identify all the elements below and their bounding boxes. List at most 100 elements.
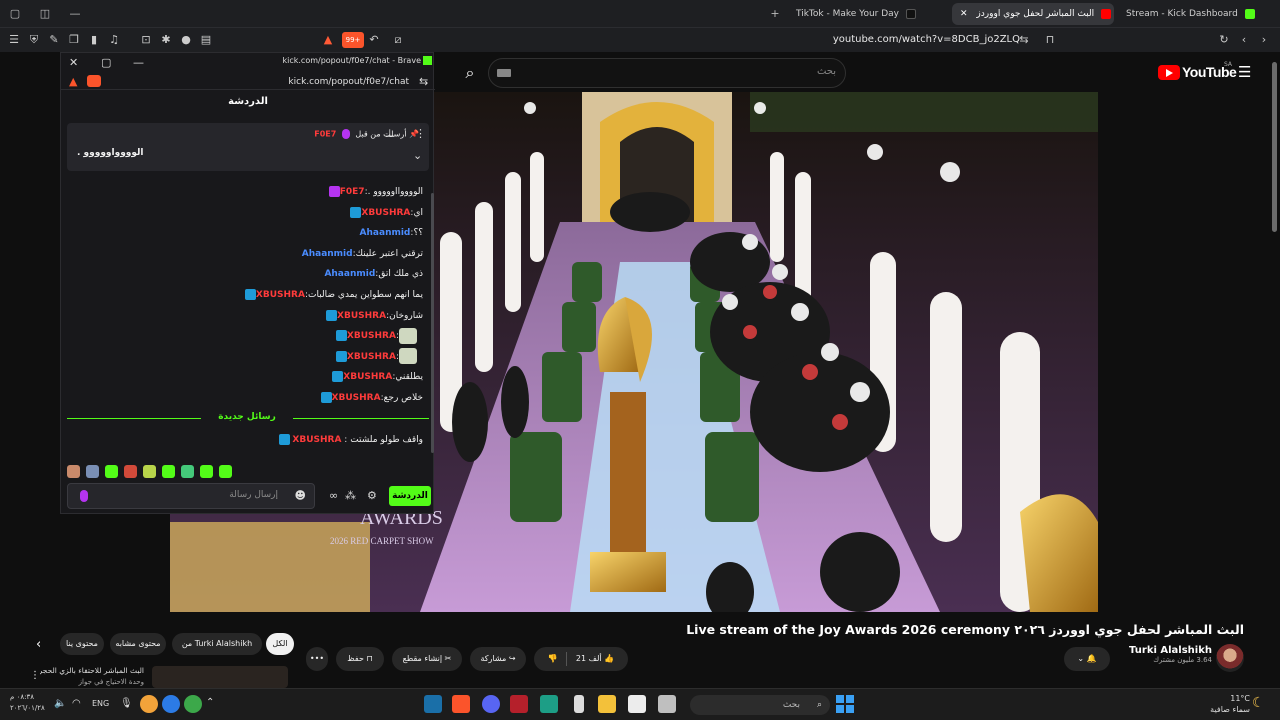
subscribed-notifications-button[interactable]: ⌄ 🔔 [1064,647,1110,671]
chat-message[interactable]: شاروخان:XBUSHRA [323,307,423,325]
chevron-left-icon[interactable]: ‹ [36,637,41,652]
shield-icon[interactable]: ⛨ [26,32,42,48]
chat-message[interactable]: :XBUSHRA [333,327,423,345]
emote-icon[interactable] [200,465,213,478]
emote-icon[interactable] [181,465,194,478]
tabs-icon[interactable]: ❐ [66,32,82,48]
extensions-icon[interactable]: ✱ [158,32,174,48]
chip-all[interactable]: الكل [266,633,294,655]
save-button[interactable]: حفظ ⊓ [336,647,384,671]
more-actions-button[interactable]: ••• [306,647,328,671]
clock[interactable]: ٠٨:٣٨ م ٢٠٢٦/٠١/٢٨ [10,692,45,714]
brave-icon[interactable] [452,695,470,713]
new-tab-icon[interactable]: + [766,5,784,23]
brave-shield-badge[interactable]: 99+ [342,32,364,48]
window-icon[interactable]: ◫ [36,5,54,23]
voicemeeter-icon[interactable] [510,695,528,713]
language-indicator[interactable]: ENG [92,699,109,708]
emote-icon[interactable] [143,465,156,478]
tab-tiktok[interactable]: TikTok - Make Your Day [788,3,948,25]
message-username[interactable]: XBUSHRA [361,208,410,218]
clip-button[interactable]: إنشاء مقطع ✂ [392,647,462,671]
chip-similar[interactable]: محتوى مشابه [110,633,166,655]
discord-icon[interactable] [482,695,500,713]
minimize-icon[interactable]: — [66,5,84,23]
brave-shield-icon[interactable] [87,75,101,87]
emoji-icon[interactable]: ☻ [295,489,306,502]
pen-icon[interactable]: ✎ [46,32,62,48]
back-icon[interactable]: ‹ [1236,32,1252,48]
site-settings-icon[interactable]: ⇆ [1016,32,1032,48]
chat-message[interactable]: اي:XBUSHRA [347,204,423,222]
back-share-icon[interactable]: ↶ [366,32,382,48]
address-bar[interactable]: youtube.com/watch?v=8DCB_jo2ZLQ [820,32,1020,48]
chip-similar-2[interactable]: محتوى ينا [60,633,104,655]
screenshot-icon[interactable]: ⊡ [138,32,154,48]
like-count[interactable]: 21 ألف [576,654,602,663]
message-username[interactable]: XBUSHRA [347,352,396,362]
menu-icon[interactable]: ☰ [6,32,22,48]
weather-widget[interactable]: 11°C سماء صافية [1200,693,1250,715]
message-username[interactable]: Ahaanmid [302,249,353,259]
volume-icon[interactable]: 🔈 [54,698,66,709]
settings-gear-icon[interactable]: ⚙ [367,489,377,502]
chat-message[interactable]: يطلقني:XBUSHRA [329,368,423,386]
pin-icon[interactable]: ⊥ [385,127,395,140]
dislike-icon[interactable]: 👎 [548,654,558,663]
mic-icon[interactable]: 🎙 [120,698,133,709]
music-icon[interactable]: ♫ [106,32,122,48]
maximize-icon[interactable]: ▢ [101,56,111,69]
tray-app-icon[interactable] [162,695,180,713]
bookmark-icon[interactable]: ⊓ [1042,32,1058,48]
windows-start-icon[interactable] [836,695,854,713]
message-username[interactable]: XBUSHRA [332,393,381,403]
message-username[interactable]: XBUSHRA [347,331,396,341]
more-icon[interactable]: ⋮ [415,127,426,140]
page-scrollbar[interactable] [1270,52,1280,688]
message-username[interactable]: XBUSHRA [292,435,341,445]
keyboard-icon[interactable] [497,69,511,77]
chat-send-button[interactable]: الدردشة [389,486,431,506]
emote-icon[interactable] [162,465,175,478]
avatar-icon[interactable]: ● [178,32,194,48]
emote-icon[interactable] [219,465,232,478]
tray-app-icon[interactable] [140,695,158,713]
users-icon[interactable]: ⁂ [345,489,356,502]
chip-from-channel[interactable]: من Turki Alalshikh [172,633,262,655]
forward-icon[interactable]: › [1256,32,1272,48]
message-username[interactable]: Ahaanmid [360,228,411,238]
next-video-title[interactable]: البث المباشر للاحتفاء بالزي الحجرم [40,666,144,675]
infinity-icon[interactable]: ∞ [329,489,338,502]
translate-icon[interactable]: ⧄ [390,32,406,48]
chat-scrollbar[interactable] [431,193,434,453]
close-window-icon[interactable]: ✕ [69,56,78,69]
chat-message-input[interactable]: إرسال رسالة ☻ [67,483,315,509]
message-username[interactable]: F0E7 [340,187,365,197]
reload-icon[interactable]: ↻ [1216,32,1232,48]
emote-icon[interactable] [86,465,99,478]
channel-avatar[interactable] [1216,644,1244,672]
mic-icon[interactable] [80,490,88,502]
app-icon[interactable] [540,695,558,713]
close-tab-icon[interactable]: ✕ [960,9,968,19]
channel-info[interactable]: Turki Alalshikh 3.64 مليون مشترك [1120,645,1212,664]
chat-message[interactable]: خلاص رجع:XBUSHRA [318,389,423,407]
tab-kick[interactable]: Stream - Kick Dashboard [1118,3,1258,25]
youtube-logo[interactable]: YouTube SA [1158,61,1237,83]
message-username[interactable]: XBUSHRA [337,311,386,321]
wifi-icon[interactable]: ◠ [72,698,81,709]
app-icon[interactable] [574,695,584,713]
taskbar-search[interactable]: بحث ⌕ [690,695,830,715]
chevron-up-icon[interactable]: ⌃ [206,697,214,708]
wallet-icon[interactable]: ▤ [198,32,214,48]
popout-url[interactable]: kick.com/popout/f0e7/chat [241,77,409,87]
chat-message[interactable]: واقف طولو ملشتت : XBUSHRA [276,431,423,449]
chevron-down-icon[interactable]: ⌄ [413,149,422,162]
message-username[interactable]: XBUSHRA [256,290,305,300]
scrollbar-thumb[interactable] [1272,62,1277,232]
restore-window-icon[interactable]: ▢ [6,5,24,23]
message-username[interactable]: Ahaanmid [324,269,375,279]
chat-message[interactable]: ترقني اعتبر علينك:Ahaanmid [302,245,423,263]
channel-name[interactable]: Turki Alalshikh [1120,645,1212,656]
store-icon[interactable] [628,695,646,713]
